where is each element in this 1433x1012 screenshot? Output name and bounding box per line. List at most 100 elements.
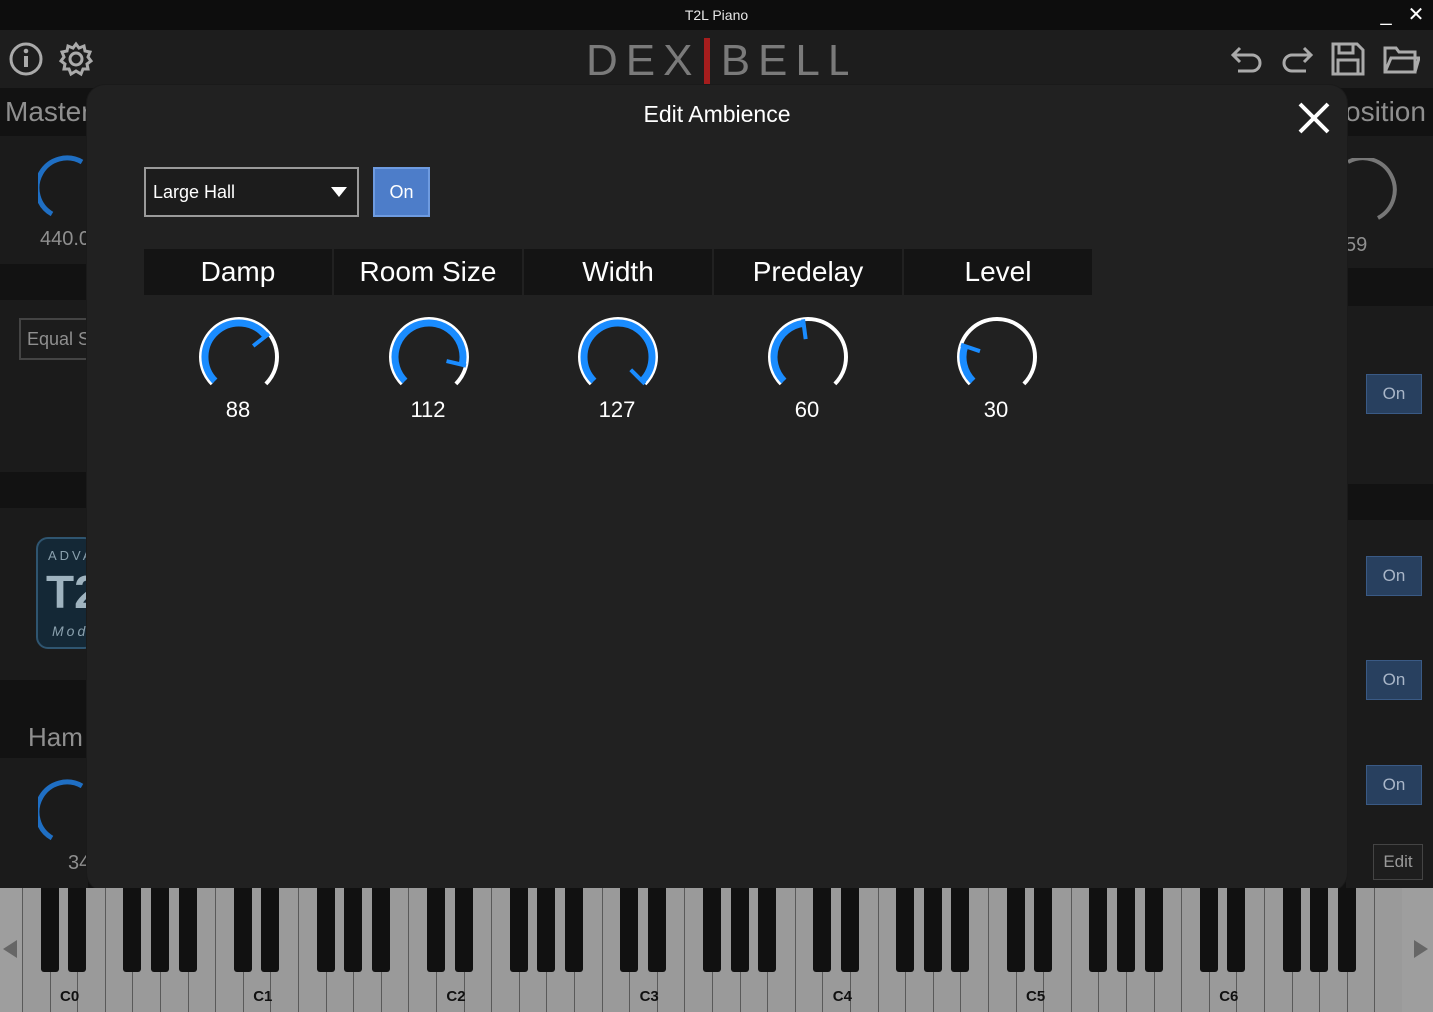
ambience-type-select[interactable]: Large Hall xyxy=(144,167,359,217)
black-key[interactable] xyxy=(509,888,528,972)
undo-icon[interactable] xyxy=(1228,40,1266,78)
param-header-row: Damp Room Size Width Predelay Level xyxy=(144,249,1092,295)
room-size-knob-group: 112 xyxy=(334,313,522,423)
width-value: 127 xyxy=(598,397,636,422)
bg-on-button-3[interactable]: On xyxy=(1366,660,1422,700)
octave-label: C5 xyxy=(1026,988,1046,1005)
header-predelay: Predelay xyxy=(714,249,902,295)
ambience-on-button[interactable]: On xyxy=(373,167,430,217)
damp-knob-group: 88 xyxy=(144,313,332,423)
dialog-title: Edit Ambience xyxy=(643,101,791,127)
black-key[interactable] xyxy=(730,888,749,972)
damp-value: 88 xyxy=(225,397,251,422)
predelay-knob[interactable] xyxy=(765,317,851,397)
title-bar: T2L Piano _ ✕ xyxy=(0,0,1433,30)
dexibell-logo: DEXIBELL xyxy=(586,36,848,84)
damp-knob[interactable] xyxy=(196,317,282,397)
master-label: Master xyxy=(5,96,91,127)
minimize-button[interactable]: _ xyxy=(1375,4,1397,26)
level-knob[interactable] xyxy=(954,317,1040,397)
octave-label: C2 xyxy=(446,988,466,1005)
close-icon[interactable] xyxy=(1295,99,1333,137)
header-room-size: Room Size xyxy=(334,249,522,295)
black-key[interactable] xyxy=(1034,888,1053,972)
info-icon[interactable] xyxy=(7,40,45,78)
predelay-value: 60 xyxy=(794,397,820,422)
black-key[interactable] xyxy=(454,888,473,972)
header-level: Level xyxy=(904,249,1092,295)
edit-ambience-dialog: Edit Ambience Large Hall On Damp Room Si… xyxy=(87,85,1347,891)
black-key[interactable] xyxy=(68,888,87,972)
black-key[interactable] xyxy=(703,888,721,972)
right-title: osition xyxy=(1345,96,1426,127)
save-icon[interactable] xyxy=(1329,40,1367,78)
master-value: 440.0 xyxy=(40,228,91,250)
room-size-knob[interactable] xyxy=(386,317,472,397)
scroll-right-icon[interactable] xyxy=(1414,940,1428,958)
ham-label: Ham xyxy=(28,722,83,752)
black-key[interactable] xyxy=(896,888,915,972)
black-key[interactable] xyxy=(923,888,942,972)
piano-keyboard[interactable]: C0 C1 C2 C3 C4 C5 C6 xyxy=(0,888,1433,1012)
black-key[interactable] xyxy=(813,888,832,972)
width-knob[interactable] xyxy=(575,317,661,397)
black-key[interactable] xyxy=(758,888,777,972)
knob-value-arc xyxy=(201,319,269,384)
gear-icon[interactable] xyxy=(57,40,95,78)
black-key[interactable] xyxy=(1144,888,1163,972)
black-key[interactable] xyxy=(565,888,583,972)
predelay-knob-group: 60 xyxy=(713,313,901,423)
scroll-left-icon[interactable] xyxy=(3,940,17,958)
redo-icon[interactable] xyxy=(1278,40,1316,78)
ambience-type-value: Large Hall xyxy=(153,182,236,202)
white-key[interactable] xyxy=(1374,888,1402,1012)
window-title: T2L Piano xyxy=(684,7,749,23)
room-size-value: 112 xyxy=(410,397,446,422)
chevron-down-icon xyxy=(331,187,347,197)
black-key[interactable] xyxy=(178,888,197,972)
black-key[interactable] xyxy=(40,888,59,972)
black-key[interactable] xyxy=(1117,888,1135,972)
black-key[interactable] xyxy=(1337,888,1356,972)
black-key[interactable] xyxy=(233,888,252,972)
black-key[interactable] xyxy=(427,888,445,972)
black-key[interactable] xyxy=(371,888,390,972)
octave-label: C1 xyxy=(253,988,273,1005)
black-key[interactable] xyxy=(647,888,666,972)
black-key[interactable] xyxy=(123,888,142,972)
level-value: 30 xyxy=(983,397,1009,422)
right-knob[interactable] xyxy=(1340,158,1400,228)
black-key[interactable] xyxy=(1310,888,1329,972)
black-key[interactable] xyxy=(1282,888,1301,972)
folder-icon[interactable] xyxy=(1382,40,1420,78)
logo-line2: Mod xyxy=(52,623,89,639)
octave-label: C4 xyxy=(832,988,852,1005)
octave-label: C6 xyxy=(1219,988,1239,1005)
octave-label: C0 xyxy=(60,988,80,1005)
black-key[interactable] xyxy=(841,888,859,972)
black-key[interactable] xyxy=(537,888,556,972)
right-value: 59 xyxy=(1345,234,1368,256)
knob-indicator xyxy=(801,319,808,340)
bg-on-button-4[interactable]: On xyxy=(1366,765,1422,805)
knob-value-arc xyxy=(580,319,656,384)
bg-on-button-2[interactable]: On xyxy=(1366,556,1422,596)
black-key[interactable] xyxy=(1006,888,1025,972)
black-key[interactable] xyxy=(951,888,970,972)
black-key[interactable] xyxy=(1199,888,1218,972)
logo-text: DEXIBELL xyxy=(586,36,848,84)
black-key[interactable] xyxy=(344,888,363,972)
window-close-button[interactable]: ✕ xyxy=(1405,4,1427,26)
header-width: Width xyxy=(524,249,712,295)
level-knob-group: 30 xyxy=(902,313,1090,423)
black-key[interactable] xyxy=(316,888,335,972)
bg-on-button-1[interactable]: On xyxy=(1366,374,1422,414)
black-key[interactable] xyxy=(1227,888,1246,972)
black-key[interactable] xyxy=(620,888,639,972)
toolbar: DEXIBELL xyxy=(0,30,1433,88)
black-key[interactable] xyxy=(1089,888,1108,972)
tuning-label: Equal S xyxy=(27,329,91,349)
black-key[interactable] xyxy=(151,888,169,972)
black-key[interactable] xyxy=(261,888,280,972)
bg-edit-button[interactable]: Edit xyxy=(1373,844,1423,880)
